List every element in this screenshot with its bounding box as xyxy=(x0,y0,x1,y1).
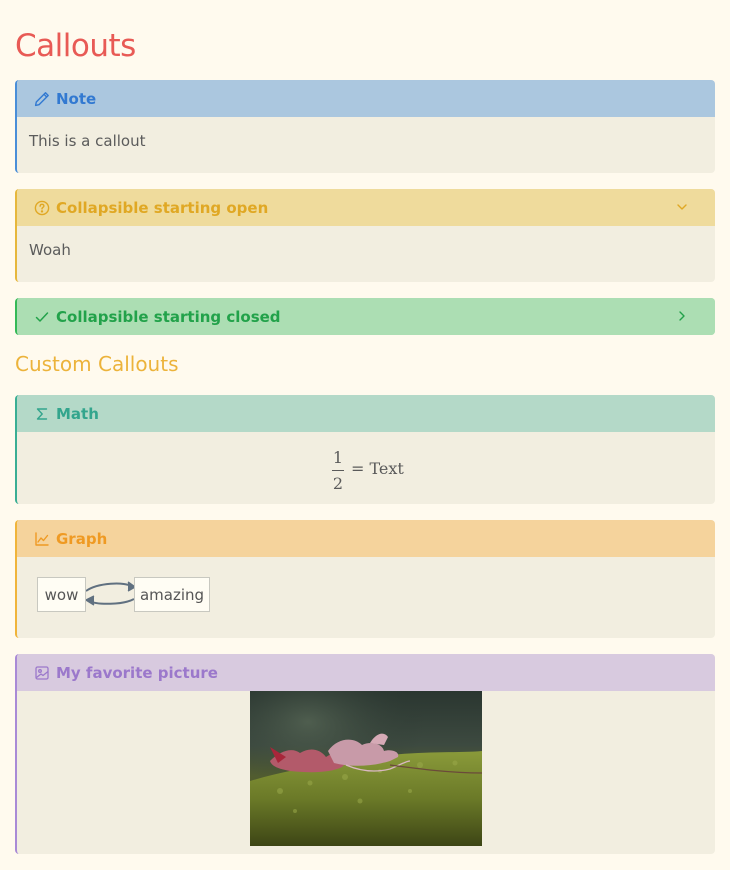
picture-callout-content xyxy=(17,691,715,854)
picture-callout-title: My favorite picture xyxy=(56,663,218,682)
collapsible-closed-callout: Collapsible starting closed xyxy=(15,298,715,335)
graph-callout-title: Graph xyxy=(56,529,108,548)
line-chart-icon xyxy=(34,531,50,547)
collapsible-open-callout-header[interactable]: Collapsible starting open xyxy=(17,189,715,226)
image-icon xyxy=(34,665,50,681)
page-title: Callouts xyxy=(15,28,136,64)
note-callout-title: Note xyxy=(56,89,97,108)
note-callout-header: Note xyxy=(17,80,715,117)
pencil-icon xyxy=(34,91,50,107)
collapsible-closed-callout-header[interactable]: Collapsible starting closed xyxy=(17,298,715,335)
math-callout: Math 1 2 = Text xyxy=(15,395,715,504)
fraction-denominator: 2 xyxy=(332,474,344,493)
chevron-right-icon[interactable] xyxy=(675,309,689,323)
picture-callout-header: My favorite picture xyxy=(17,654,715,691)
collapsible-closed-callout-title: Collapsible starting closed xyxy=(56,307,281,326)
graph-callout-header: Graph xyxy=(17,520,715,557)
fraction-bar xyxy=(332,470,344,471)
graph-callout-content: wow amazing xyxy=(17,557,715,638)
picture-callout: My favorite picture xyxy=(15,654,715,854)
fraction-numerator: 1 xyxy=(332,448,344,467)
graph-callout: Graph wow amazing xyxy=(15,520,715,638)
note-callout: Note This is a callout xyxy=(15,80,715,173)
collapsible-open-callout-content: Woah xyxy=(29,241,71,259)
leaf-photo xyxy=(250,691,482,846)
math-callout-content: 1 2 = Text xyxy=(17,432,715,504)
equation-rhs: = Text xyxy=(351,459,404,478)
sigma-icon xyxy=(34,406,50,422)
math-fraction: 1 2 xyxy=(332,448,344,493)
math-callout-title: Math xyxy=(56,404,99,423)
collapsible-open-callout-title: Collapsible starting open xyxy=(56,198,269,217)
graph-node-amazing[interactable]: amazing xyxy=(134,577,210,612)
custom-callouts-heading: Custom Callouts xyxy=(15,352,179,376)
collapsible-open-callout: Collapsible starting open Woah xyxy=(15,189,715,282)
question-circle-icon xyxy=(34,200,50,216)
check-icon xyxy=(34,309,50,325)
math-callout-header: Math xyxy=(17,395,715,432)
chevron-down-icon[interactable] xyxy=(675,200,689,214)
graph-node-wow[interactable]: wow xyxy=(37,577,86,612)
note-callout-content: This is a callout xyxy=(29,132,146,150)
graph-edges xyxy=(85,581,136,606)
